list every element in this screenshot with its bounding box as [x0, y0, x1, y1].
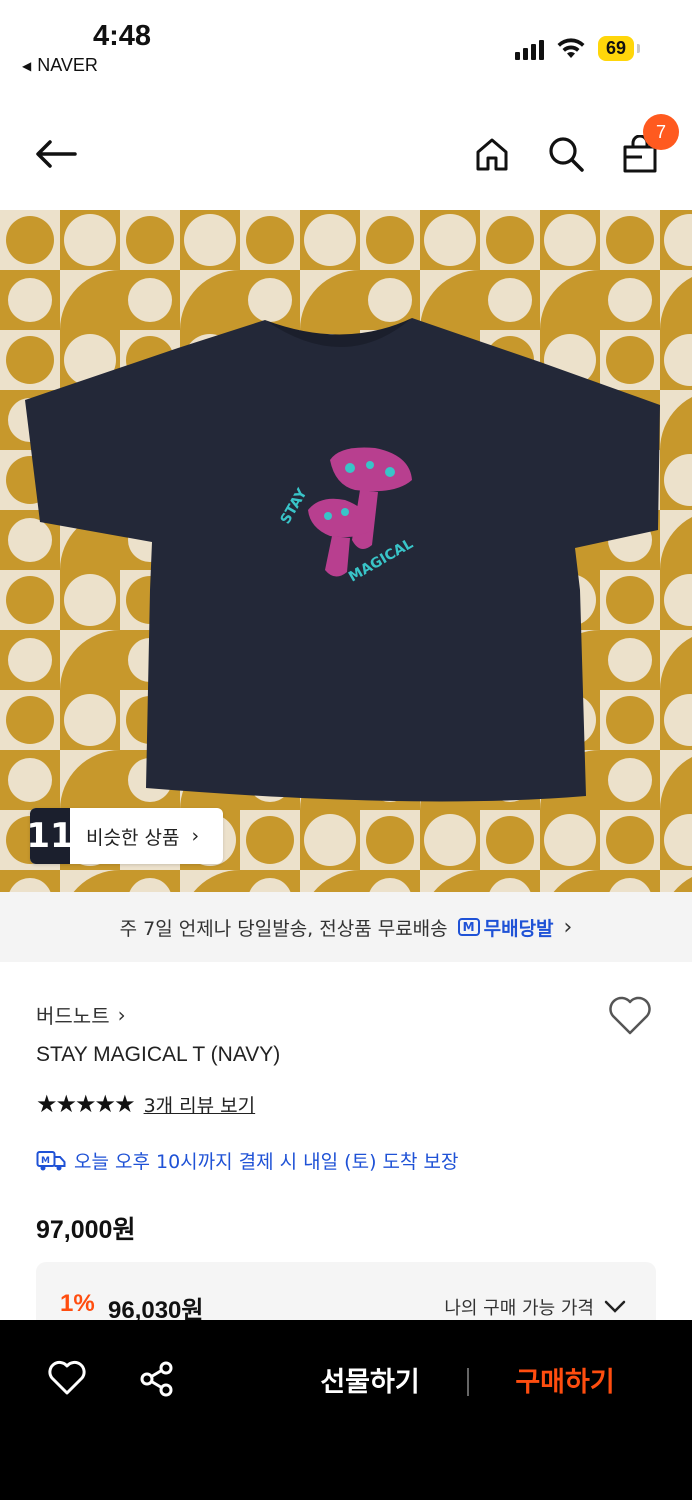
chevron-right-icon: ›	[563, 914, 573, 940]
chevron-down-icon	[604, 1300, 626, 1313]
discount-rate: 1%	[60, 1290, 95, 1317]
search-icon[interactable]	[542, 130, 590, 178]
battery-indicator: 69	[597, 36, 640, 61]
share-icon[interactable]	[138, 1360, 178, 1400]
free-delivery-label: 무배당발	[483, 917, 554, 940]
like-heart-icon[interactable]	[48, 1360, 88, 1400]
back-arrow-icon[interactable]	[32, 130, 80, 178]
cellular-signal-icon	[514, 38, 544, 60]
my-price-label-group: 나의 구매 가능 가격	[444, 1294, 626, 1320]
star-rating: ★★★★★	[36, 1090, 136, 1118]
my-price-label: 나의 구매 가능 가격	[444, 1298, 594, 1319]
back-triangle-icon: ◀	[22, 58, 32, 73]
review-link[interactable]: 3개 리뷰 보기	[144, 1091, 256, 1118]
arrival-guarantee: M 오늘 오후 10시까지 결제 시 내일 (토) 도착 보장	[36, 1147, 458, 1174]
cart-count-badge: 7	[643, 114, 679, 150]
status-time: 4:48	[93, 20, 152, 52]
buy-button[interactable]: 구매하기	[490, 1360, 640, 1399]
product-photo: STAY MAGICAL	[0, 210, 692, 892]
back-to-app-link[interactable]: ◀ NAVER	[22, 55, 98, 76]
similar-products-label: 비슷한 상품	[86, 826, 180, 849]
brand-name: 버드노트	[36, 1004, 110, 1028]
gift-button[interactable]: 선물하기	[290, 1360, 450, 1399]
bottom-action-bar: 선물하기 구매하기	[0, 1320, 692, 1500]
wishlist-heart-icon[interactable]	[608, 996, 652, 1040]
top-nav: 7	[0, 108, 692, 204]
wifi-icon	[557, 37, 585, 58]
chevron-right-icon: ›	[117, 1002, 126, 1027]
status-bar: 4:48 ◀ NAVER 69	[0, 0, 692, 90]
free-delivery-badge: M 무배당발	[457, 914, 554, 941]
delivery-banner-text: 주 7일 언제나 당일발송, 전상품 무료배송	[119, 917, 448, 940]
similar-products-thumbnail: 11	[26, 808, 74, 864]
rating-row: ★★★★★ 3개 리뷰 보기	[36, 1090, 255, 1118]
back-app-label: NAVER	[37, 55, 98, 75]
similar-products-button[interactable]: 11 비슷한 상품 ›	[26, 808, 224, 864]
home-icon[interactable]	[468, 130, 516, 178]
delivery-truck-icon: M	[457, 918, 480, 936]
product-image[interactable]: STAY MAGICAL 11 비슷한 상품 ›	[0, 210, 692, 892]
delivery-banner[interactable]: 주 7일 언제나 당일발송, 전상품 무료배송 M 무배당발 ›	[0, 892, 692, 962]
svg-text:M: M	[41, 1156, 50, 1166]
divider	[467, 1368, 469, 1396]
product-price: 97,000원	[36, 1216, 136, 1244]
brand-link[interactable]: 버드노트 ›	[36, 1000, 126, 1029]
chevron-right-icon: ›	[191, 825, 200, 847]
delivery-truck-icon: M	[36, 1150, 66, 1170]
product-title: STAY MAGICAL T (NAVY)	[36, 1043, 281, 1066]
arrival-guarantee-text: 오늘 오후 10시까지 결제 시 내일 (토) 도착 보장	[74, 1151, 459, 1173]
shopping-bag-icon[interactable]: 7	[616, 114, 679, 178]
status-indicators: 69	[514, 36, 640, 61]
